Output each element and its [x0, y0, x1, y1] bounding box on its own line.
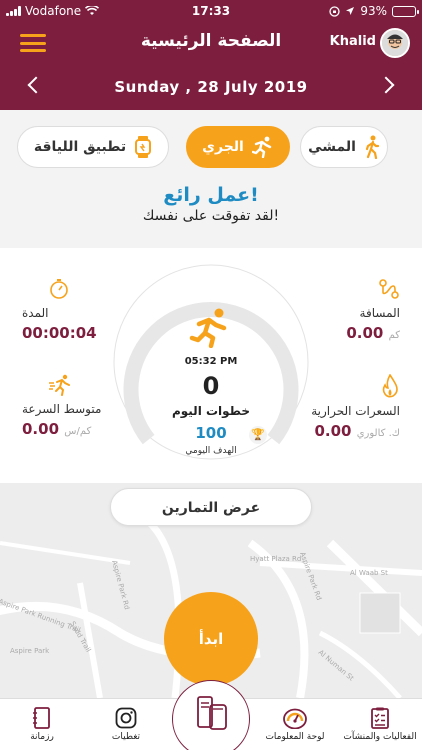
map-street-label: Hyatt Plaza Rd — [250, 555, 301, 563]
ticket-phone-icon — [197, 696, 227, 730]
tab-label: الجري — [202, 139, 244, 155]
stat-value: 0.00 — [314, 422, 352, 440]
stat-unit: ك. كالوري — [356, 428, 400, 439]
status-bar: Vodafone 17:33 93% — [0, 0, 422, 22]
flame-icon — [382, 374, 398, 398]
tab-calendar[interactable]: رزمانة — [0, 707, 84, 742]
tab-fitness-app[interactable]: تطبيق اللياقة — [17, 126, 169, 168]
walking-icon — [365, 135, 380, 159]
tab-label: تطبيق اللياقة — [33, 139, 127, 155]
start-button[interactable]: ابدأ — [164, 592, 258, 686]
tab-events-facilities[interactable]: الفعاليات والمنشآت — [338, 707, 422, 742]
stat-value: 0.00 — [22, 420, 60, 438]
congrats-headline: عمل رائع! — [163, 184, 259, 206]
tab-label: المشي — [308, 139, 356, 155]
trophy-icon: 🏆 — [249, 426, 267, 444]
tab-label: الفعاليات والمنشآت — [343, 732, 417, 742]
user-name[interactable]: Khalid — [330, 34, 376, 49]
tab-walking[interactable]: المشي — [300, 126, 388, 168]
instagram-icon — [115, 707, 137, 729]
notebook-icon — [33, 707, 50, 729]
tab-tickets[interactable] — [172, 680, 250, 750]
tab-coverage[interactable]: تغطيات — [84, 707, 168, 742]
steps-summary: 05:32 PM 0 خطوات اليوم 100 الهدف اليومي … — [113, 264, 309, 460]
daily-goal-value: 100 — [195, 424, 227, 442]
stat-value: 0.00 — [346, 324, 384, 342]
map-street-label: Al Waab St — [350, 569, 388, 577]
current-date: Sunday , 28 July 2019 — [114, 78, 308, 96]
steps-count: 0 — [202, 372, 220, 400]
avatar[interactable] — [380, 28, 410, 58]
rotation-lock-icon — [329, 5, 340, 17]
congrats-subline: لقد تفوقت على نفسك! — [142, 208, 280, 224]
show-workouts-button[interactable]: عرض التمارين — [110, 488, 312, 526]
tab-dashboard[interactable]: لوحة المعلومات — [253, 707, 337, 742]
stat-unit: كم/س — [64, 426, 92, 437]
tab-label: لوحة المعلومات — [265, 732, 325, 742]
running-icon — [189, 308, 227, 348]
speed-runner-icon — [49, 374, 70, 396]
map-place-label: Aspire Park — [10, 647, 50, 655]
tab-running[interactable]: الجري — [186, 126, 290, 168]
tab-label: تغطيات — [111, 732, 141, 742]
tab-label: رزمانة — [30, 732, 54, 742]
running-icon — [251, 136, 272, 158]
nav-bar: الصفحة الرئيسية Khalid — [0, 22, 422, 64]
date-selector: Sunday , 28 July 2019 — [0, 64, 422, 110]
daily-goal-label: الهدف اليومي — [185, 446, 237, 456]
steps-label: خطوات اليوم — [171, 404, 251, 418]
activity-tabs: تطبيق اللياقة الجري المشي — [0, 126, 422, 170]
route-icon — [379, 279, 399, 299]
watch-icon — [135, 136, 152, 158]
stat-unit: كم — [388, 330, 400, 341]
checklist-icon — [371, 707, 389, 729]
stopwatch-icon — [50, 279, 68, 299]
location-icon — [346, 7, 355, 15]
current-time: 05:32 PM — [184, 356, 238, 367]
activity-stats: المدة 00:00:04 المسافة كم 0.00 متوسط الس… — [0, 248, 422, 483]
gauge-icon — [283, 708, 307, 729]
battery-icon — [392, 5, 419, 17]
battery-percent: 93% — [360, 4, 387, 18]
header-area: Vodafone 17:33 93% الصفحة الرئيسية Khali… — [0, 0, 422, 110]
